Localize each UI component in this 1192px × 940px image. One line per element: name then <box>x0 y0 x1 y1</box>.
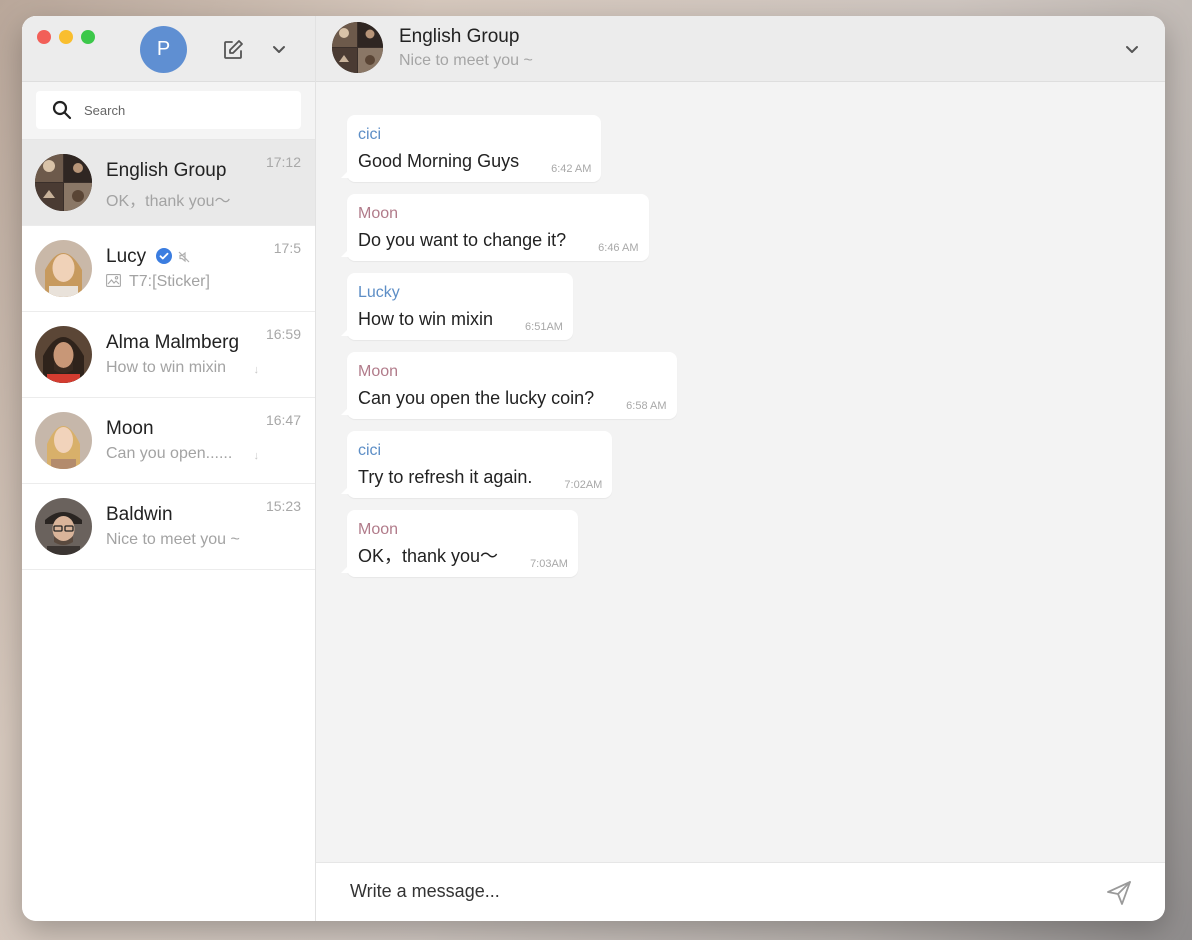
chat-preview: How to win mixin <box>106 359 227 376</box>
chat-preview: Nice to meet you ~ <box>106 531 240 548</box>
group-avatar[interactable] <box>332 22 383 73</box>
message-text: How to win mixin <box>358 309 494 329</box>
chat-item-lucy[interactable]: Lucy T7:[Sticker] 17:5 <box>22 226 315 312</box>
message-text: OK，thank you～ <box>358 546 499 566</box>
search-box[interactable] <box>36 91 301 129</box>
pinned-mark: ↓ <box>253 450 260 462</box>
message-time: 6:58 AM <box>626 400 667 412</box>
message-text: Try to refresh it again. <box>358 467 533 487</box>
chat-preview: Can you open...... <box>106 445 233 462</box>
send-icon[interactable] <box>1105 879 1133 907</box>
chat-time: 16:47 <box>265 412 301 428</box>
minimize-window-button[interactable] <box>59 30 73 44</box>
message-sender: Moon <box>358 205 399 222</box>
message-time: 7:03AM <box>530 558 568 570</box>
sidebar-toolbar: P <box>22 16 315 82</box>
conversation-title: English Group <box>399 26 520 47</box>
chat-preview: T7:[Sticker] <box>106 273 210 291</box>
message-bubble[interactable]: Moon Do you want to change it? 6:46 AM <box>341 194 649 261</box>
zoom-window-button[interactable] <box>81 30 95 44</box>
compose-icon[interactable] <box>221 38 245 62</box>
mute-icon <box>178 251 190 263</box>
chat-time: 15:23 <box>265 498 301 514</box>
chat-name: Moon <box>106 418 154 439</box>
chat-time: 17:5 <box>273 240 301 256</box>
chat-item-english-group[interactable]: English Group OK，thank you～ 17:12 <box>22 140 315 226</box>
avatar <box>35 498 92 555</box>
chat-preview: OK，thank you～ <box>106 193 231 210</box>
chat-name: Alma Malmberg <box>106 332 240 353</box>
avatar <box>35 326 92 383</box>
search-icon <box>52 100 72 120</box>
message-sender: Moon <box>358 521 399 538</box>
message-sender: Moon <box>358 363 399 380</box>
chat-name: English Group <box>106 160 227 181</box>
chat-item-alma-malmberg[interactable]: Alma Malmberg How to win mixin ↓ 16:59 <box>22 312 315 398</box>
verified-badge-icon <box>156 248 173 264</box>
message-bubble[interactable]: cici Try to refresh it again. 7:02AM <box>340 431 613 498</box>
message-bubble[interactable]: cici Good Morning Guys 6:42 AM <box>340 115 602 182</box>
chevron-down-icon[interactable] <box>1123 40 1141 58</box>
message-composer <box>316 862 1165 921</box>
chat-preview-text: T7:[Sticker] <box>129 273 210 290</box>
search-area <box>22 82 315 140</box>
message-sender: cici <box>358 126 382 143</box>
message-time: 7:02AM <box>564 479 603 491</box>
message-list: cici Good Morning Guys 6:42 AM Moon Do yo… <box>316 82 1165 862</box>
chat-name: Lucy <box>106 246 190 268</box>
message-bubble[interactable]: Moon OK，thank you～ 7:03AM <box>341 510 578 577</box>
search-input[interactable] <box>84 102 284 118</box>
message-sender: Lucky <box>358 284 400 301</box>
chat-item-baldwin[interactable]: Baldwin Nice to meet you ~ 15:23 <box>22 484 315 570</box>
my-avatar[interactable]: P <box>140 26 187 73</box>
sidebar: P Search English Group OK，thank you～ 17:… <box>22 16 316 921</box>
message-input[interactable] <box>350 881 1050 902</box>
message-bubble[interactable]: Moon Can you open the lucky coin? 6:58 AM <box>341 352 677 419</box>
message-time: 6:51AM <box>525 321 563 333</box>
message-sender: cici <box>358 442 382 459</box>
conversation-pane: English Group Nice to meet you ~ cici Go… <box>316 16 1165 921</box>
message-bubble[interactable]: Lucky How to win mixin 6:51AM <box>341 273 573 340</box>
conversation-subtitle: Nice to meet you ~ <box>399 52 533 69</box>
group-avatar <box>35 154 92 211</box>
message-text: Can you open the lucky coin? <box>358 388 595 408</box>
conversation-header: English Group Nice to meet you ~ <box>316 16 1165 82</box>
chat-time: 17:12 <box>265 154 301 170</box>
avatar <box>35 412 92 469</box>
chat-item-moon[interactable]: Moon Can you open...... ↓ 16:47 <box>22 398 315 484</box>
close-window-button[interactable] <box>37 30 51 44</box>
message-time: 6:42 AM <box>551 163 592 175</box>
chevron-down-icon[interactable] <box>270 40 288 58</box>
chat-time: 16:59 <box>265 326 301 342</box>
chat-name: Baldwin <box>106 504 173 525</box>
message-text: Good Morning Guys <box>358 151 520 171</box>
window-controls <box>37 30 95 44</box>
image-icon <box>106 274 121 287</box>
app-window: P Search English Group OK，thank you～ 17:… <box>22 16 1165 921</box>
message-time: 6:46 AM <box>598 242 639 254</box>
message-text: Do you want to change it? <box>358 230 567 250</box>
chat-list: English Group OK，thank you～ 17:12 Lucy T… <box>22 140 315 921</box>
pinned-mark: ↓ <box>253 364 260 376</box>
avatar <box>35 240 92 297</box>
chat-name-text: Lucy <box>106 246 147 267</box>
